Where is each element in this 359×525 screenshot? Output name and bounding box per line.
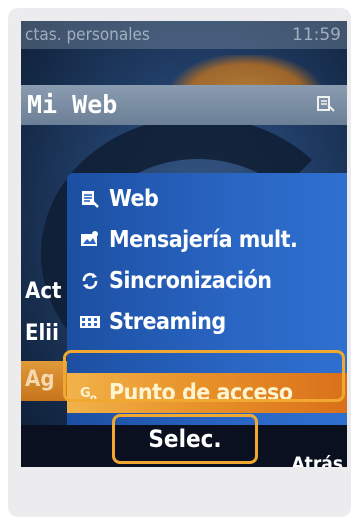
streaming-icon xyxy=(79,311,101,333)
status-bar: ctas. personales 11:59 xyxy=(21,21,347,49)
mms-icon xyxy=(79,229,101,251)
annotation-highlight-access-point xyxy=(63,350,345,402)
menu-item-web[interactable]: Web xyxy=(67,179,347,219)
menu-item-sync[interactable]: Sincronización xyxy=(67,261,347,301)
menu-item-label: Streaming xyxy=(109,309,226,335)
sync-icon xyxy=(79,270,101,292)
status-text: ctas. personales xyxy=(25,25,150,45)
page-title: Mi Web xyxy=(27,90,118,119)
select-softkey-label: Selec. xyxy=(148,425,222,453)
menu-item-mms[interactable]: Mensajería mult. xyxy=(67,220,347,260)
back-softkey[interactable]: Atrás xyxy=(291,453,343,467)
menu-item-label: Web xyxy=(109,186,159,212)
background-list-item: Ag xyxy=(25,367,55,392)
options-icon xyxy=(317,95,335,113)
title-bar: Mi Web xyxy=(21,85,347,125)
web-page-icon xyxy=(79,188,101,210)
menu-item-streaming[interactable]: Streaming xyxy=(67,302,347,342)
menu-item-label: Sincronización xyxy=(109,268,272,294)
menu-item-label: Mensajería mult. xyxy=(109,227,298,253)
background-list-item: Act xyxy=(25,279,62,304)
background-list-item: Elii xyxy=(25,321,59,346)
status-time: 11:59 xyxy=(292,25,341,45)
select-softkey[interactable]: Selec. xyxy=(112,414,258,464)
